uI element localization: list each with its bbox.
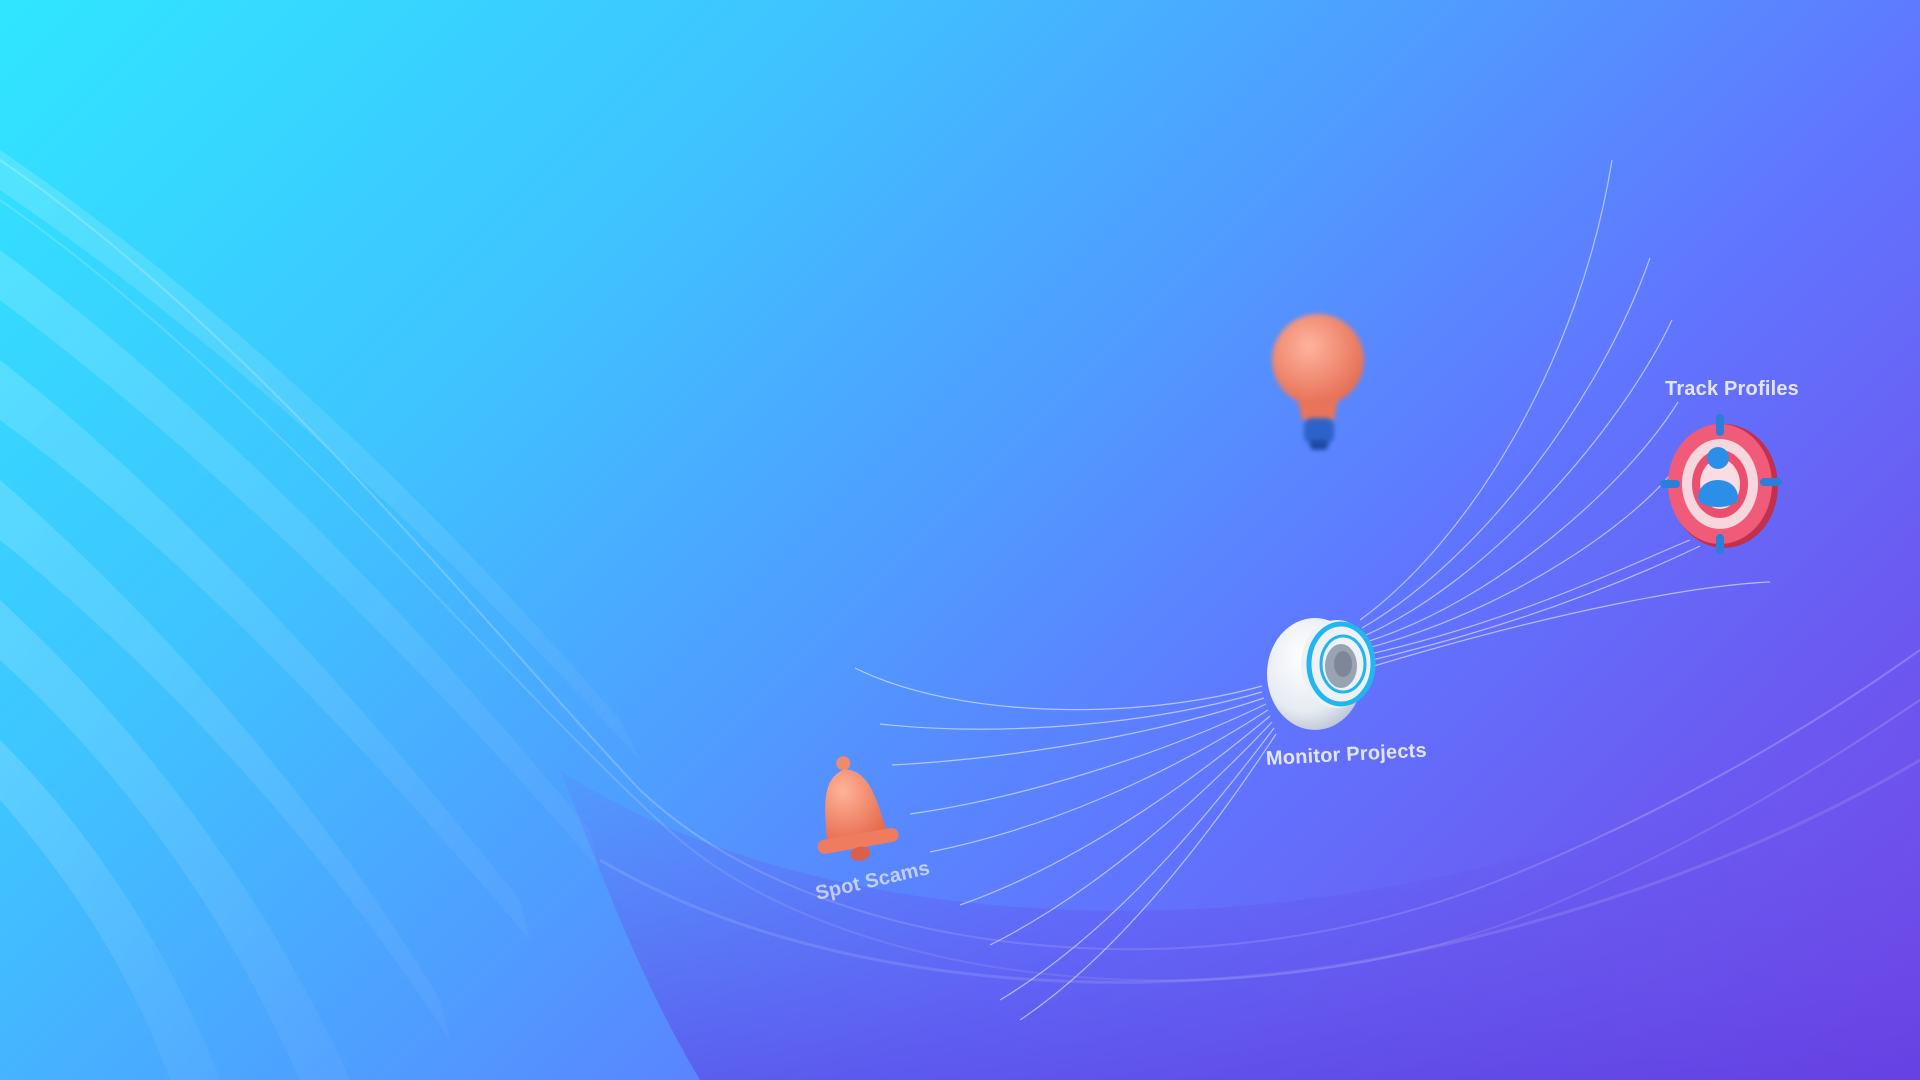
track-profiles-label: Track Profiles: [1665, 378, 1799, 400]
speaker-icon: [1255, 606, 1395, 734]
hero-background: Track Profiles Monitor Projects Spot Sca…: [0, 0, 1920, 1080]
floor-platform: [560, 700, 1920, 1080]
bell-icon: [800, 752, 910, 872]
connector-lines-right: [1359, 159, 1771, 667]
target-profile-icon: [1660, 414, 1784, 554]
diagonal-bands: [0, 150, 640, 1080]
decorative-background-graphics: [0, 150, 1920, 1080]
lightbulb-icon: [1268, 310, 1368, 455]
